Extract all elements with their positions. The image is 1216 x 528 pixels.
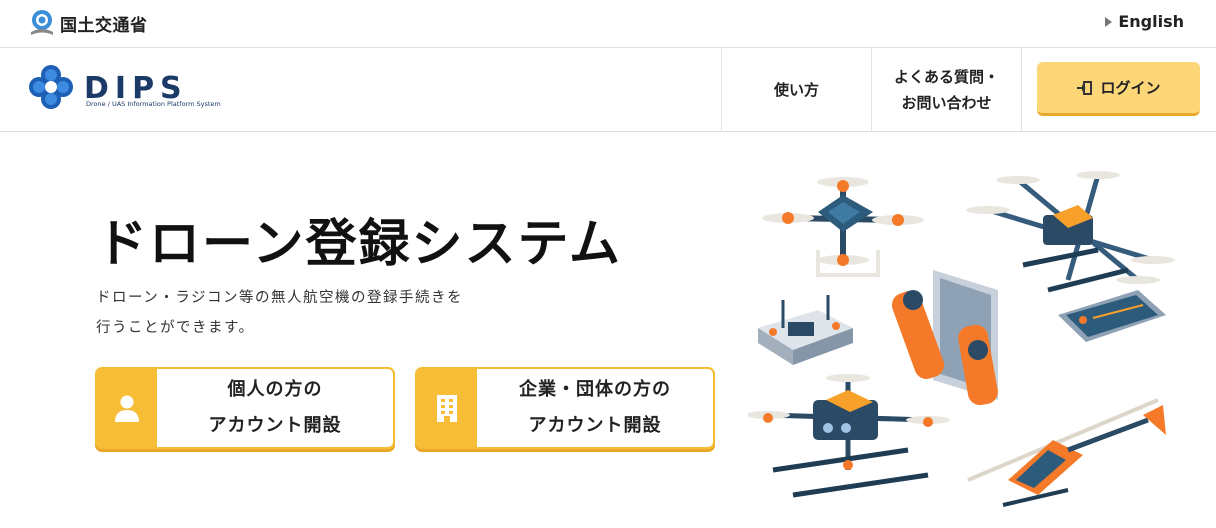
helicopter-illustration (967, 398, 1166, 507)
hero-desc-line2: 行うことができます。 (96, 320, 255, 336)
login-door-icon (1077, 80, 1093, 95)
corporate-account-line2: アカウント開設 (528, 415, 662, 436)
dips-subtitle: Drone / UAS Information Platform System (86, 100, 221, 108)
personal-account-line2: アカウント開設 (208, 415, 342, 436)
camera-drone-illustration (748, 374, 950, 498)
corporate-account-label: 企業・団体の方の アカウント開設 (477, 369, 713, 447)
personal-account-line1: 個人の方の (227, 379, 323, 400)
drone-illustration (748, 171, 1175, 507)
top-bar: 国土交通省 English (0, 0, 1216, 48)
mlit-emblem-icon (31, 10, 53, 35)
nav-howto[interactable]: 使い方 (721, 48, 871, 132)
login-button[interactable]: ログイン (1037, 62, 1200, 116)
english-label: English (1118, 12, 1184, 31)
tablet-arm-illustration (891, 270, 998, 406)
hero-desc-line1: ドローン・ラジコン等の無人航空機の登録手続きを (96, 290, 463, 306)
mlit-logo[interactable]: 国土交通省 (28, 8, 148, 38)
hexacopter-illustration (966, 171, 1175, 293)
dips-logo[interactable]: DIPS Drone / UAS Information Platform Sy… (26, 62, 236, 118)
triangle-right-icon (1105, 16, 1113, 27)
building-icon (417, 369, 477, 447)
english-link[interactable]: English (1105, 12, 1184, 31)
main-header: DIPS Drone / UAS Information Platform Sy… (0, 48, 1216, 132)
nav-faq-label-line2: お問い合わせ (901, 94, 992, 112)
personal-account-button[interactable]: 個人の方の アカウント開設 (95, 367, 395, 449)
personal-account-label: 個人の方の アカウント開設 (157, 369, 393, 447)
page-title: ドローン登録システム (96, 215, 622, 274)
corporate-account-button[interactable]: 企業・団体の方の アカウント開設 (415, 367, 715, 449)
corporate-account-line1: 企業・団体の方の (519, 379, 671, 400)
screen-panel-illustration (1058, 290, 1166, 342)
nav-faq-label-line1: よくある質問・ (893, 68, 999, 86)
nav-howto-label: 使い方 (773, 81, 819, 99)
person-icon (97, 369, 157, 447)
login-label: ログイン (1100, 79, 1161, 97)
remote-controller-illustration (758, 295, 853, 365)
ministry-name: 国土交通省 (60, 15, 148, 36)
hero-description: ドローン・ラジコン等の無人航空機の登録手続きを 行うことができます。 (96, 283, 516, 343)
quadcopter-illustration (762, 177, 924, 277)
nav-faq[interactable]: よくある質問・ お問い合わせ (871, 48, 1021, 132)
